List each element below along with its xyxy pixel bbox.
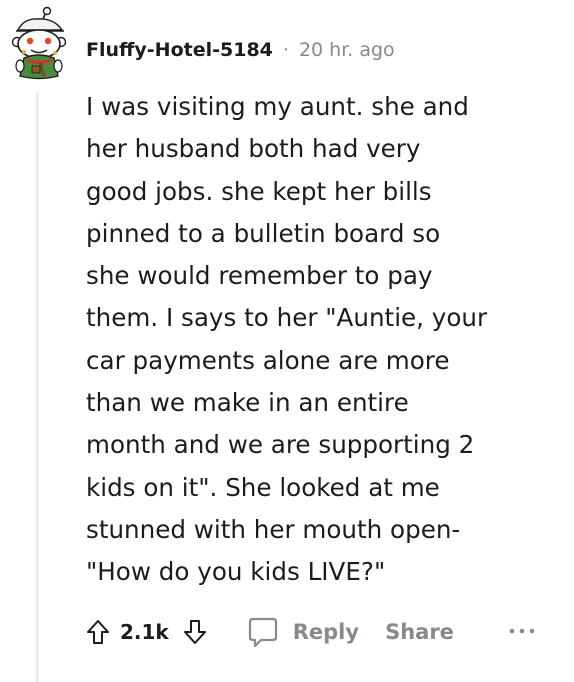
comment-body-line: them. I says to her "Auntie, your (86, 303, 488, 333)
reply-button[interactable]: Reply (247, 616, 359, 648)
comment-body-line: month and we are supporting 2 (86, 430, 475, 460)
comment-body-line: than we make in an entire (86, 388, 409, 418)
timestamp[interactable]: 20 hr. ago (299, 39, 395, 61)
reply-label: Reply (292, 620, 360, 644)
comment-action-bar: 2.1k Reply Share (86, 612, 454, 652)
more-dots-icon[interactable] (504, 618, 544, 644)
snoo-avatar-icon[interactable] (10, 6, 68, 82)
vote-score: 2.1k (120, 620, 169, 644)
comment-body-line: "How do you kids LIVE?" (86, 557, 386, 587)
share-button[interactable]: Share (385, 620, 454, 644)
downvote-button[interactable] (183, 619, 207, 645)
upvote-button[interactable] (86, 619, 110, 645)
comment-body: I was visiting my aunt. she and her husba… (86, 86, 526, 594)
comment-body-line: I was visiting my aunt. she and (86, 92, 469, 121)
comment-header: Fluffy-Hotel-5184 · 20 hr. ago (86, 36, 395, 64)
comment-body-line: kids on it". She looked at me (86, 472, 440, 502)
downvote-arrow-icon (183, 620, 206, 644)
comment-body-line: her husband both had very (86, 134, 421, 164)
comment-body-line: she would remember to pay (86, 261, 433, 291)
username[interactable]: Fluffy-Hotel-5184 (86, 39, 273, 61)
comment-body-line: stunned with her mouth open- (86, 514, 461, 544)
upvote-arrow-icon (87, 620, 109, 644)
speech-bubble-icon (248, 617, 277, 648)
comment-body-line: car payments alone are more (86, 345, 450, 375)
comment-body-line: good jobs. she kept her bills (86, 176, 432, 206)
thread-line[interactable] (36, 92, 39, 682)
comment-body-line: pinned to a bulletin board so (86, 218, 441, 248)
meta-separator: · (282, 39, 289, 61)
